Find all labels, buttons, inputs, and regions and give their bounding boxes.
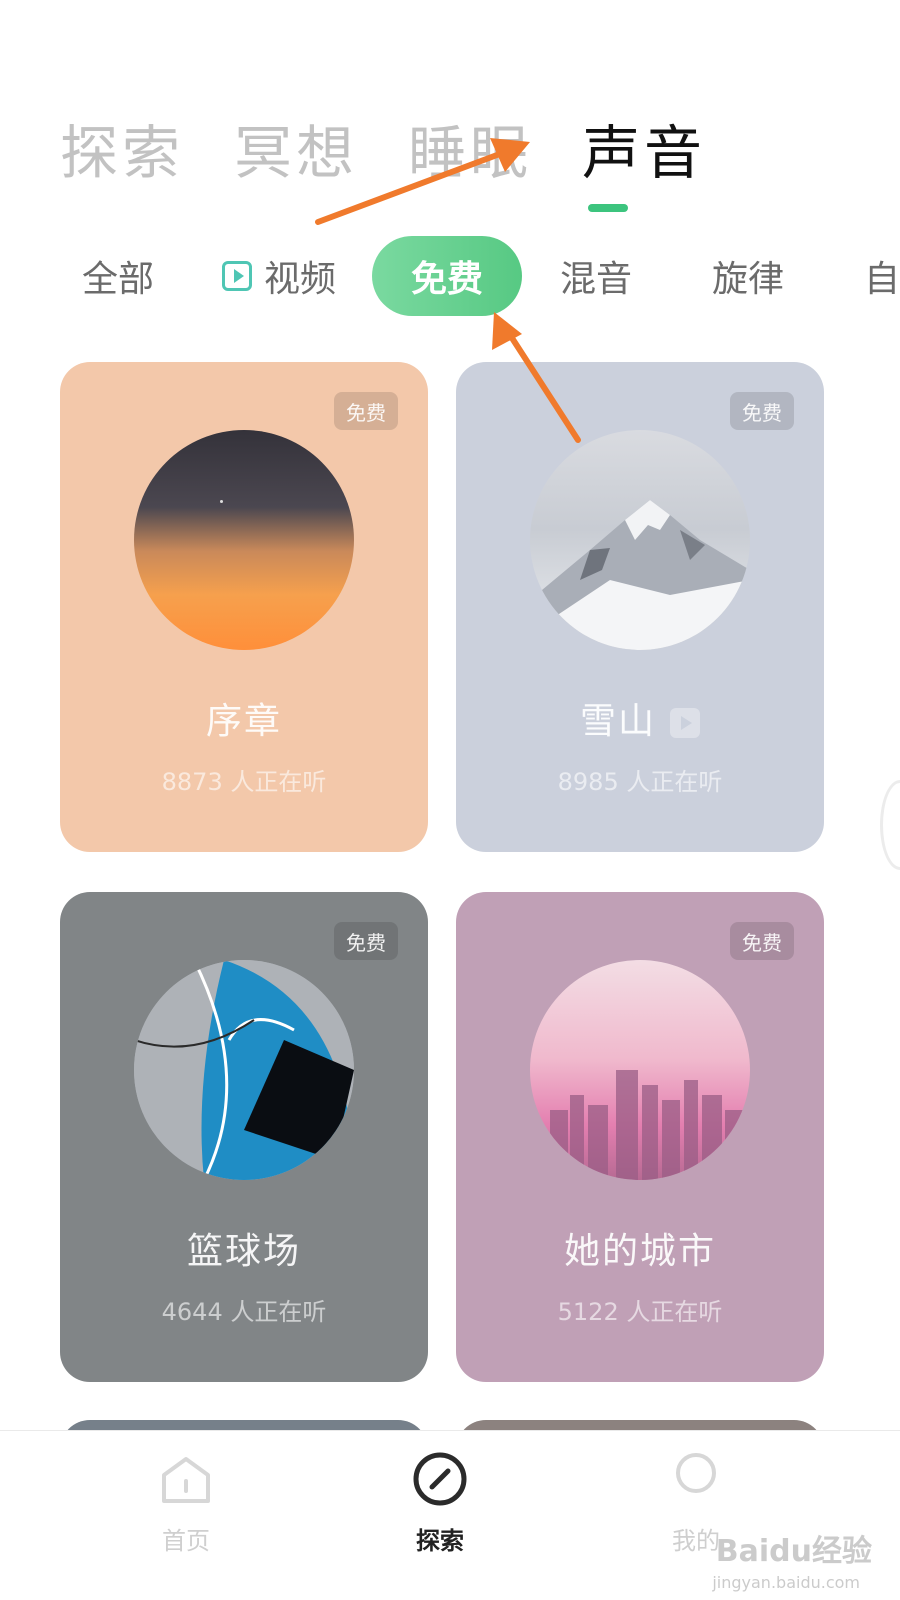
filter-mix[interactable]: 混音 [560,236,712,316]
mountain-illustration [530,500,750,650]
filter-more[interactable]: 自 [864,236,900,316]
home-icon [162,1457,210,1503]
sound-card[interactable]: 免费 序章 8873 人正在听 [60,362,428,852]
free-badge: 免费 [334,922,398,960]
main-tabs: 探索 冥想 睡眠 声音 [60,118,706,188]
profile-icon [676,1453,716,1493]
bottom-navigation: 首页 探索 我的 Baidu经验 jingyan.baidu.com [0,1430,900,1600]
cover-image [530,430,750,650]
watermark: Baidu经验 [715,1534,872,1569]
nav-home[interactable]: 首页 [116,1451,256,1556]
cover-image [134,430,354,650]
listener-count: 4644 人正在听 [161,1298,327,1326]
nav-label: 首页 [162,1527,210,1555]
card-title: 雪山 [456,692,824,744]
card-title: 篮球场 [186,1231,301,1272]
watermark-url: jingyan.baidu.com [712,1573,860,1592]
nav-explore[interactable]: 探索 [370,1451,510,1556]
sound-card[interactable]: 免费 篮球场 4644 人正在听 [60,892,428,1382]
tab-sound[interactable]: 声音 [582,118,706,188]
active-tab-indicator [588,204,628,212]
side-scroll-hint [880,780,900,870]
listener-count: 5122 人正在听 [557,1298,723,1326]
video-play-icon [222,261,252,291]
tab-meditation[interactable]: 冥想 [234,118,358,188]
listener-count: 8873 人正在听 [161,768,327,796]
card-title: 序章 [205,701,282,742]
filter-label: 全部 [82,259,155,300]
arrow-head [492,312,522,350]
filter-label: 视频 [264,259,337,300]
compass-icon [413,1452,467,1506]
free-badge: 免费 [730,922,794,960]
filter-melody[interactable]: 旋律 [712,236,864,316]
nav-label: 探索 [416,1527,464,1555]
basketball-court-illustration [134,960,354,1180]
card-title: 她的城市 [563,1231,716,1272]
filter-label: 自 [864,259,900,300]
listener-count: 8985 人正在听 [557,768,723,796]
filter-label: 免费 [410,259,483,300]
star-dot [220,500,223,503]
tab-sleep[interactable]: 睡眠 [408,118,532,188]
filter-label: 混音 [560,259,633,300]
filter-free[interactable]: 免费 [372,236,522,316]
cover-image [134,960,354,1180]
filter-all[interactable]: 全部 [82,236,222,316]
card-title-text: 雪山 [579,701,656,742]
sound-card[interactable]: 免费 雪山 8985 人正在听 [456,362,824,852]
video-play-icon [670,708,700,738]
filter-label: 旋律 [712,259,785,300]
free-badge: 免费 [334,392,398,430]
filter-video[interactable]: 视频 [222,236,372,316]
city-skyline-illustration [550,1070,743,1180]
free-badge: 免费 [730,392,794,430]
cover-image [530,960,750,1180]
filter-bar: 全部 视频 免费 混音 旋律 自 [82,236,900,316]
tab-explore[interactable]: 探索 [60,118,184,188]
sound-card[interactable]: 免费 她的城市 5122 人正在听 [456,892,824,1382]
